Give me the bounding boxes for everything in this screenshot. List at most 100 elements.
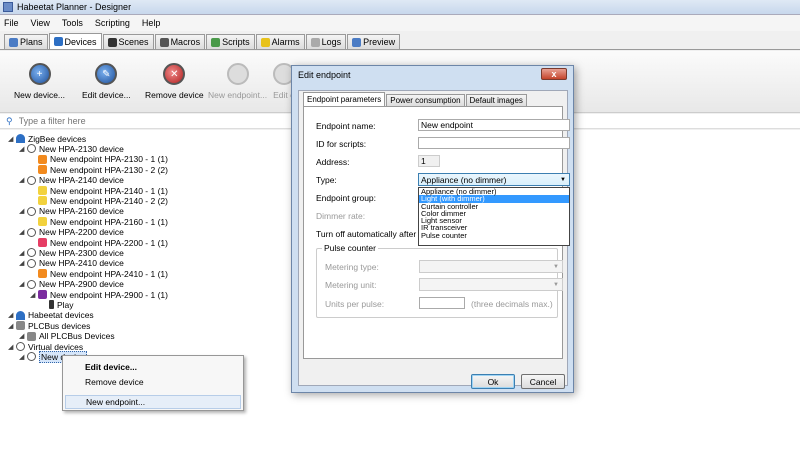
metering-type-dropdown[interactable]: ▼ [419,260,563,273]
tree-item[interactable]: New endpoint HPA-2140 - 1 (1) [30,185,168,196]
expand-arrow-icon[interactable]: ◢ [19,249,27,257]
tree-item[interactable]: New endpoint HPA-2200 - 1 (1) [30,237,168,248]
tree-group[interactable]: ◢ Habeetat devices [8,310,94,321]
menu-file[interactable]: File [2,18,21,28]
tree-item[interactable]: ◢ New HPA-2160 device [19,206,124,217]
tree-item-label: New HPA-2410 device [39,258,124,269]
close-button[interactable]: x [541,68,567,80]
tree-item-label: ZigBee devices [28,133,87,144]
ctx-remove-device[interactable]: Remove device [65,375,241,389]
expand-arrow-icon[interactable]: ◢ [19,259,27,267]
tree-item[interactable]: ◢ New HPA-2130 device [19,143,124,154]
tab-devices[interactable]: Devices [48,33,102,49]
tree-group[interactable]: ◢ ZigBee devices [8,133,86,144]
tree-item[interactable]: ◢ New HPA-2140 device [19,175,124,186]
tree-item[interactable]: ◢ All PLCBus Devices [19,331,115,342]
endpoint-name-field[interactable]: New endpoint [418,119,570,131]
new-endpoint-button[interactable]: New endpoint... [208,63,267,100]
wifi-icon [16,134,25,143]
tab-power-consumption[interactable]: Power consumption [386,94,465,106]
plcbus-icon [16,321,25,331]
tab-endpoint-parameters[interactable]: Endpoint parameters [303,92,386,106]
expand-arrow-icon[interactable]: ◢ [8,343,16,351]
tab-macros[interactable]: Macros [154,34,206,49]
tab-plans[interactable]: Plans [4,34,48,49]
id-for-scripts-field[interactable] [418,137,570,149]
type-dropdown[interactable]: Appliance (no dimmer) ▼ [418,173,570,186]
endpoint-icon [38,269,47,279]
bulb-icon [226,63,249,85]
tab-label: Preview [363,37,396,47]
tree-item[interactable]: ◢ New HPA-2300 device [19,247,124,258]
type-option[interactable]: Pulse counter [419,231,569,239]
expand-arrow-icon[interactable]: ◢ [19,332,27,340]
chevron-down-icon: ▼ [553,263,559,270]
tab-logs[interactable]: Logs [305,34,347,49]
tab-label: Macros [170,37,201,47]
tree-item[interactable]: New endpoint HPA-2130 - 2 (2) [30,164,168,175]
tree-item[interactable]: ◢ New HPA-2200 device [19,227,124,238]
metering-type-label: Metering type: [325,262,379,272]
expand-arrow-icon[interactable]: ◢ [8,135,16,143]
tree-item[interactable]: ◢ New HPA-2900 device [19,279,124,290]
alarm-icon [260,37,270,47]
menu-help[interactable]: Help [140,18,163,28]
tree-item[interactable]: ◢ New HPA-2410 device [19,258,124,269]
scripts-icon [211,37,221,47]
tab-preview[interactable]: Preview [347,34,401,49]
tree-item[interactable]: New endpoint HPA-2160 - 1 (1) [30,216,168,227]
remove-device-label: Remove device [145,90,204,100]
tab-default-images[interactable]: Default images [465,94,527,106]
tree-group[interactable]: ◢ PLCBus devices [8,320,90,331]
expand-arrow-icon[interactable]: ◢ [8,311,16,319]
menu-scripting[interactable]: Scripting [93,18,132,28]
remove-device-button[interactable]: ✕ Remove device [145,63,204,100]
tree-item-label: New endpoint HPA-2130 - 2 (2) [50,164,168,175]
expand-arrow-icon[interactable]: ◢ [19,176,27,184]
units-per-pulse-field[interactable] [419,297,465,309]
new-device-button[interactable]: + New device... [14,63,65,100]
tree-item[interactable]: New endpoint HPA-2130 - 1 (1) [30,154,168,165]
units-per-pulse-label: Units per pulse: [325,299,385,309]
expand-arrow-icon[interactable]: ◢ [8,322,16,330]
device-icon [16,342,25,351]
expand-arrow-icon[interactable]: ◢ [19,353,27,361]
gear-icon: ✎ [95,63,118,85]
plcbus-icon [27,331,36,341]
device-icon [27,248,36,258]
menu-view[interactable]: View [29,18,52,28]
title-bar: Habeetat Planner - Designer [0,0,800,15]
tree-item-label: New endpoint HPA-2200 - 1 (1) [50,237,168,248]
expand-arrow-icon[interactable]: ◢ [19,207,27,215]
filter-input[interactable] [18,116,259,126]
tree-item-label: New endpoint HPA-2140 - 1 (1) [50,185,168,196]
endpoint-icon [38,165,47,175]
edit-device-button[interactable]: ✎ Edit device... [82,63,131,100]
device-icon [27,279,36,289]
new-endpoint-label: New endpoint... [208,90,268,100]
ctx-new-endpoint[interactable]: New endpoint... [65,395,241,409]
tree-item[interactable]: New endpoint HPA-2140 - 2 (2) [30,195,168,206]
wifi-icon [53,37,63,46]
tab-alarms[interactable]: Alarms [255,34,305,49]
expand-arrow-icon[interactable]: ◢ [30,291,38,299]
ctx-edit-device[interactable]: Edit device... [65,360,241,374]
cancel-button[interactable]: Cancel [521,374,565,389]
remove-icon: ✕ [163,63,186,85]
light-icon [38,186,47,195]
expand-arrow-icon[interactable]: ◢ [19,228,27,236]
chevron-down-icon: ▼ [560,176,566,183]
tree-item[interactable]: New endpoint HPA-2410 - 1 (1) [30,268,168,279]
dialog-body: Endpoint parameters Power consumption De… [298,90,570,389]
tree-item[interactable]: ◢ New endpoint HPA-2900 - 1 (1) [30,289,168,300]
dialog-tabs: Endpoint parameters Power consumption De… [303,92,528,106]
expand-arrow-icon[interactable]: ◢ [19,145,27,153]
metering-unit-dropdown[interactable]: ▼ [419,278,563,291]
tab-scripts[interactable]: Scripts [206,34,255,49]
menu-tools[interactable]: Tools [60,18,85,28]
ok-button[interactable]: Ok [471,374,515,389]
tree-item-label: New HPA-2130 device [39,143,124,154]
expand-arrow-icon[interactable]: ◢ [19,280,27,288]
tab-scenes[interactable]: Scenes [102,34,154,49]
tree-item[interactable]: Play [41,299,74,310]
